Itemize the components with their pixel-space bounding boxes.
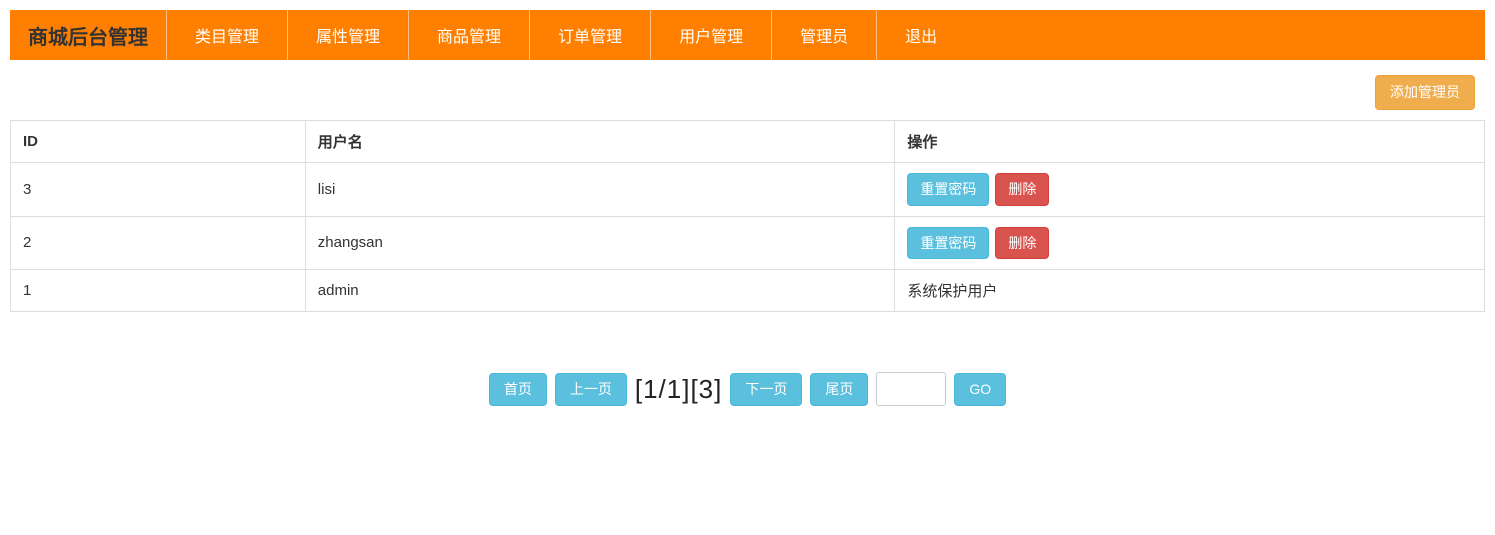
nav-item-user[interactable]: 用户管理 [651,10,772,60]
toolbar: 添加管理员 [0,60,1495,120]
cell-id: 1 [11,270,306,312]
nav-item-attribute[interactable]: 属性管理 [288,10,409,60]
page-number-input[interactable] [876,372,946,406]
page-go-button[interactable]: GO [954,373,1006,406]
nav-item-admin[interactable]: 管理员 [772,10,877,60]
admin-table: ID 用户名 操作 3lisi重置密码删除2zhangsan重置密码删除1adm… [10,120,1485,313]
cell-action: 重置密码删除 [895,216,1485,270]
pagination: 首页 上一页 [1/1][3] 下一页 尾页 GO [0,372,1495,406]
page-info-text: [1/1][3] [635,374,723,405]
cell-username: lisi [305,162,895,216]
col-header-action: 操作 [895,120,1485,162]
cell-action: 系统保护用户 [895,270,1485,312]
table-row: 1admin 系统保护用户 [11,270,1485,312]
reset-password-button[interactable]: 重置密码 [907,173,989,206]
col-header-id: ID [11,120,306,162]
nav-item-order[interactable]: 订单管理 [530,10,651,60]
reset-password-button[interactable]: 重置密码 [907,227,989,260]
protected-user-text: 系统保护用户 [907,283,997,300]
cell-username: admin [305,270,895,312]
delete-button[interactable]: 删除 [995,227,1049,260]
nav-item-logout[interactable]: 退出 [877,10,965,60]
cell-action: 重置密码删除 [895,162,1485,216]
page-prev-button[interactable]: 上一页 [555,373,627,406]
cell-username: zhangsan [305,216,895,270]
page-next-button[interactable]: 下一页 [730,373,802,406]
nav-item-product[interactable]: 商品管理 [409,10,530,60]
add-admin-button[interactable]: 添加管理员 [1375,75,1475,110]
table-row: 3lisi重置密码删除 [11,162,1485,216]
cell-id: 2 [11,216,306,270]
navbar-brand: 商城后台管理 [10,10,167,60]
table-row: 2zhangsan重置密码删除 [11,216,1485,270]
page-last-button[interactable]: 尾页 [810,373,868,406]
delete-button[interactable]: 删除 [995,173,1049,206]
cell-id: 3 [11,162,306,216]
nav-item-category[interactable]: 类目管理 [167,10,288,60]
top-navbar: 商城后台管理 类目管理 属性管理 商品管理 订单管理 用户管理 管理员 退出 [10,10,1485,60]
col-header-username: 用户名 [305,120,895,162]
page-first-button[interactable]: 首页 [489,373,547,406]
